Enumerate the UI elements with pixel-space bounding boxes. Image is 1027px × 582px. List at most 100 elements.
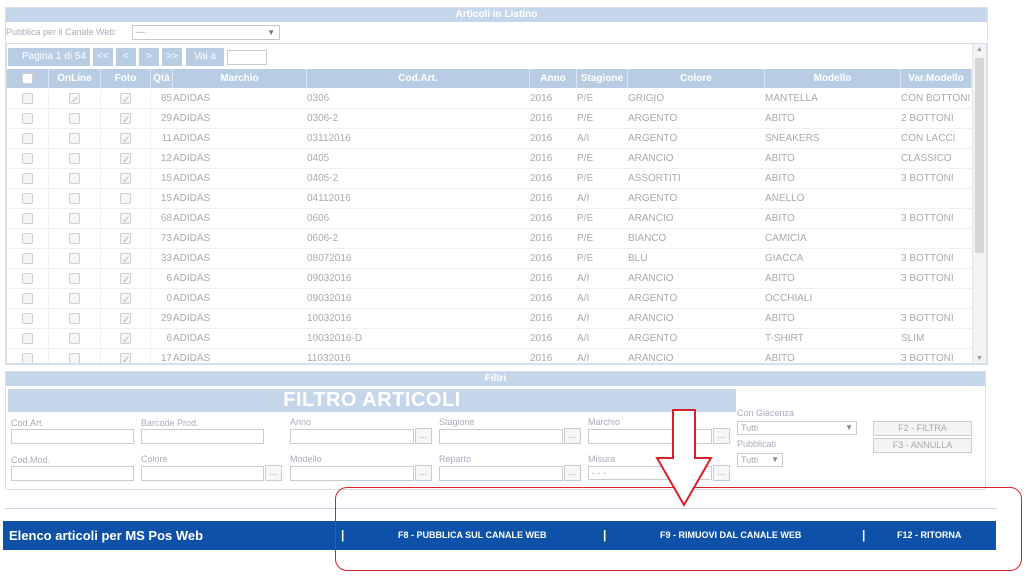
online-checkbox[interactable] [69,312,80,324]
column-header-foto[interactable]: Foto [101,69,151,88]
pager-first-button[interactable]: << [92,48,113,66]
row-select-checkbox[interactable] [22,332,33,344]
row-select-checkbox[interactable] [22,312,33,324]
anno-input[interactable] [290,429,414,444]
online-checkbox[interactable] [69,192,80,204]
row-select-checkbox[interactable] [22,352,33,363]
online-checkbox[interactable] [69,152,80,164]
table-row[interactable]: 15ADIDAS 0405-2 2016 P/E ASSORTITI ABITO 3 BOT… [7,169,972,189]
foto-checkbox[interactable] [120,131,131,149]
table-row[interactable]: 17ADIDAS 11032016 2016 A/I ARANCIO ABITO 3 BOT… [7,349,972,363]
grid-scrollbar[interactable]: ▲ ▼ [972,44,986,363]
column-header-online[interactable]: OnLine [49,69,101,88]
annulla-button[interactable]: F3 - ANNULLA [873,438,972,453]
row-select-checkbox[interactable] [22,132,33,144]
column-header-var[interactable]: Var.Modello [901,69,972,88]
row-select-checkbox[interactable] [22,252,33,264]
row-select-checkbox[interactable] [22,232,33,244]
foto-checkbox[interactable] [120,111,131,129]
filtra-button[interactable]: F2 - FILTRA [873,421,972,436]
pager-last-button[interactable]: >> [161,48,182,66]
colore-input[interactable] [141,466,264,481]
select-all-checkbox[interactable] [22,72,33,84]
cod-mod-input[interactable] [11,466,134,481]
marchio-lookup-button[interactable]: ... [713,428,730,444]
row-select-checkbox[interactable] [22,192,33,204]
con-giacenza-select[interactable]: Tutti ▼ [737,421,857,435]
online-checkbox[interactable] [69,252,80,264]
table-row[interactable]: 12ADIDAS 0405 2016 P/E ARANCIO ABITO CLASSICO [7,149,972,169]
stagione-input[interactable] [439,429,563,444]
table-row[interactable]: 6ADIDAS 09032016 2016 A/I ARANCIO ABITO 3 BOTT… [7,269,972,289]
foto-checkbox[interactable] [120,211,131,229]
table-row[interactable]: 29ADIDAS 0306-2 2016 P/E ARGENTO ABITO 2 BOTTO… [7,109,972,129]
cell-modello: MANTELLA [765,93,818,104]
foto-checkbox[interactable] [120,351,131,363]
table-row[interactable]: 6ADIDAS 10032016-D 2016 A/I ARGENTO T-SHIRT SL… [7,329,972,349]
modello-lookup-button[interactable]: ... [415,465,432,481]
pager-goto-input[interactable] [227,49,268,65]
foto-checkbox[interactable] [120,171,131,189]
foto-checkbox[interactable] [120,231,131,249]
row-select-checkbox[interactable] [22,292,33,304]
column-header-stagione[interactable]: Stagione [577,69,628,88]
online-checkbox[interactable] [69,352,80,363]
row-select-checkbox[interactable] [22,112,33,124]
table-row[interactable]: 73ADIDAS 0606-2 2016 P/E BIANCO CAMICIA [7,229,972,249]
table-row[interactable]: 0ADIDAS 09032016 2016 A/I ARGENTO OCCHIALI [7,289,972,309]
row-select-checkbox[interactable] [22,152,33,164]
column-header-colore[interactable]: Colore [628,69,765,88]
reparto-lookup-button[interactable]: ... [564,465,581,481]
foto-checkbox[interactable] [120,331,131,349]
table-row[interactable]: 68ADIDAS 0606 2016 P/E ARANCIO ABITO 3 BOTTONI [7,209,972,229]
anno-lookup-button[interactable]: ... [415,428,432,444]
row-select-checkbox[interactable] [22,172,33,184]
online-checkbox[interactable] [69,272,80,284]
column-header-sel[interactable] [7,69,49,88]
cell-marchio: ADIDAS [173,233,211,244]
online-checkbox[interactable] [69,112,80,124]
scroll-thumb[interactable] [975,58,984,253]
online-checkbox[interactable] [69,91,80,109]
online-checkbox[interactable] [69,212,80,224]
foto-checkbox[interactable] [120,271,131,289]
online-checkbox[interactable] [69,332,80,344]
foto-checkbox[interactable] [120,151,131,169]
publish-channel-select[interactable]: --- ▼ [132,25,280,40]
pubblicati-select[interactable]: Tutti ▼ [737,453,783,467]
online-checkbox[interactable] [69,232,80,244]
table-row[interactable]: 29ADIDAS 10032016 2016 A/I ARANCIO ABITO 3 BOT… [7,309,972,329]
colore-lookup-button[interactable]: ... [265,465,282,481]
misura-lookup-button[interactable]: ... [713,465,730,481]
column-header-cod[interactable]: Cod.Art. [307,69,530,88]
row-select-checkbox[interactable] [22,212,33,224]
foto-checkbox[interactable] [120,91,131,109]
pager-next-button[interactable]: > [138,48,159,66]
table-row[interactable]: 33ADIDAS 08072016 2016 P/E BLU GIACCA 3 BOTTON… [7,249,972,269]
column-header-marchio[interactable]: Marchio [173,69,307,88]
row-select-checkbox[interactable] [22,92,33,104]
foto-checkbox[interactable] [120,251,131,269]
scroll-up-icon[interactable]: ▲ [973,44,986,56]
online-checkbox[interactable] [69,172,80,184]
column-header-anno[interactable]: Anno [530,69,577,88]
foto-checkbox[interactable] [120,291,131,309]
row-select-checkbox[interactable] [22,272,33,284]
table-row[interactable]: 85ADIDAS 0306 2016 P/E GRIGIO MANTELLA CON BOT… [7,89,972,109]
column-header-qta[interactable]: Qtà [151,69,173,88]
online-checkbox[interactable] [69,292,80,304]
pager-prev-button[interactable]: < [115,48,136,66]
scroll-down-icon[interactable]: ▼ [973,353,986,363]
table-row[interactable]: 11ADIDAS 03112016 2016 A/I ARGENTO SNEAKERS CO… [7,129,972,149]
reparto-input[interactable] [439,466,563,481]
column-header-modello[interactable]: Modello [765,69,901,88]
table-row[interactable]: 15 ADIDAS 04112016 2016 A/I ARGENTO ANELLO [7,189,972,209]
modello-input[interactable] [290,466,414,481]
foto-checkbox[interactable] [120,311,131,329]
cod-art-input[interactable] [11,429,134,444]
foto-checkbox[interactable] [120,192,131,204]
pager-goto-button[interactable]: Vai a [185,48,225,66]
stagione-lookup-button[interactable]: ... [564,428,581,444]
online-checkbox[interactable] [69,132,80,144]
barcode-input[interactable] [141,429,264,444]
